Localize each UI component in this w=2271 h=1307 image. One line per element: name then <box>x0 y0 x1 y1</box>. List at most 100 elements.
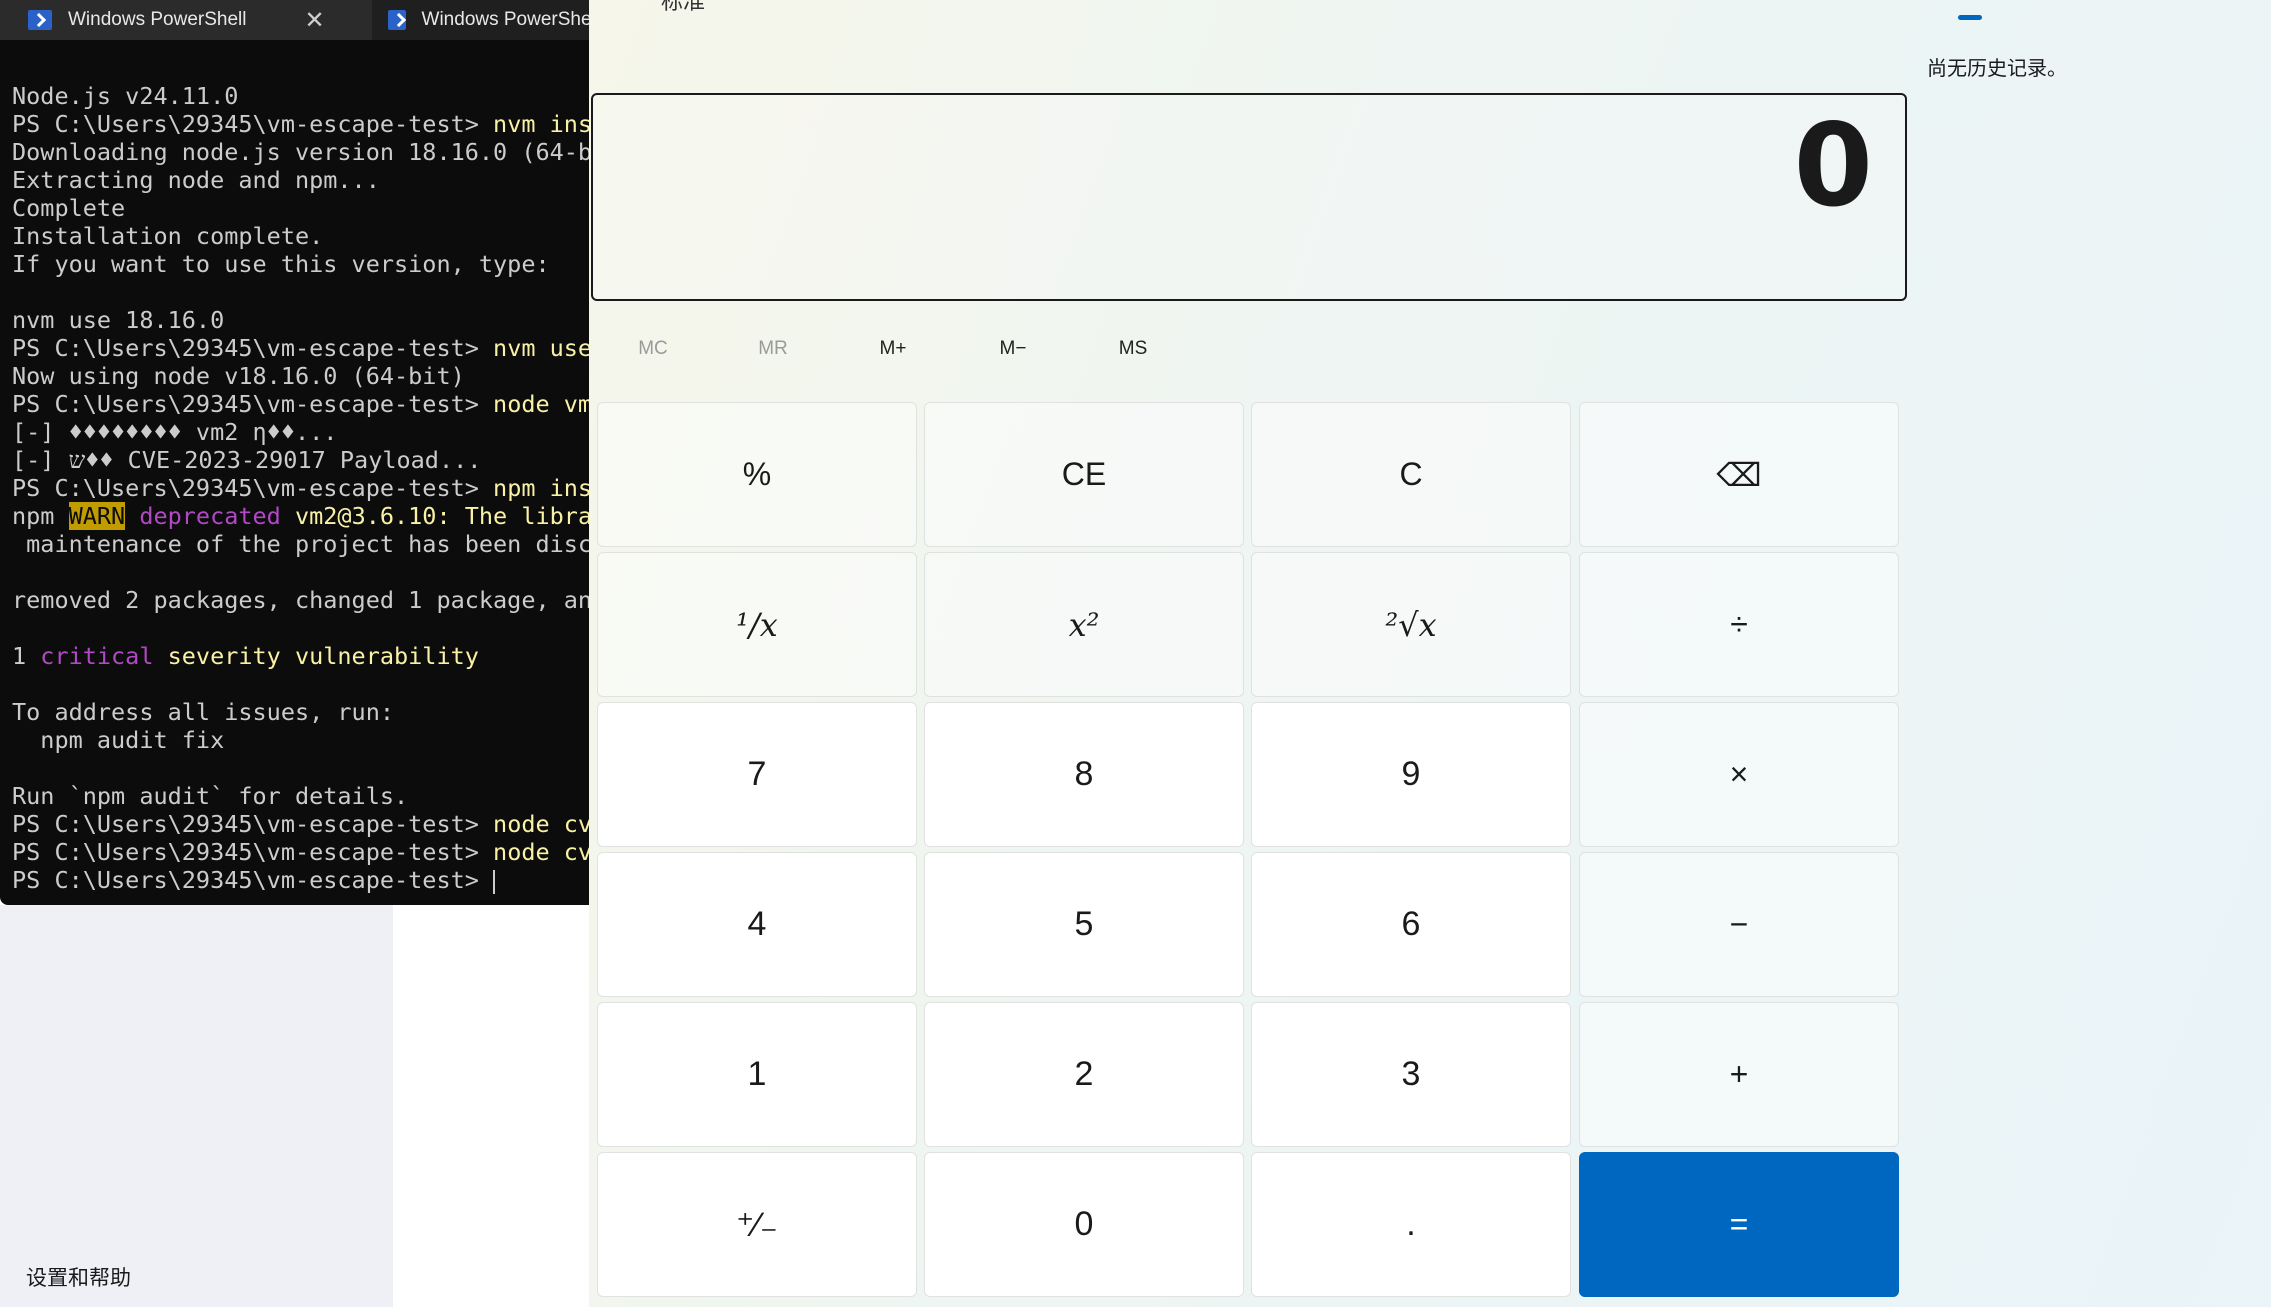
terminal-line: Node.js v24.11.0 <box>12 82 239 110</box>
key-label: ⌫ <box>1716 456 1762 493</box>
add-button[interactable]: + <box>1579 1002 1899 1147</box>
digit-6-button[interactable]: 6 <box>1251 852 1571 997</box>
key-label: 9 <box>1401 755 1421 793</box>
key-label: 4 <box>747 905 767 943</box>
digit-0-button[interactable]: 0 <box>924 1152 1244 1297</box>
terminal-line: PS C:\Users\29345\vm-escape-test> nvm us… <box>12 334 593 362</box>
key-label: 0 <box>1074 1205 1094 1243</box>
digit-2-button[interactable]: 2 <box>924 1002 1244 1147</box>
powershell-icon <box>388 10 406 30</box>
backspace-button[interactable]: ⌫ <box>1579 402 1899 547</box>
settings-and-help-link[interactable]: 设置和帮助 <box>26 1262 131 1292</box>
digit-5-button[interactable]: 5 <box>924 852 1244 997</box>
terminal-line: Downloading node.js version 18.16.0 (64-… <box>12 138 600 166</box>
powershell-icon <box>28 10 52 30</box>
key-label: ¹∕x <box>736 605 778 644</box>
clear-button[interactable]: C <box>1251 402 1571 547</box>
key-label: 6 <box>1401 905 1421 943</box>
key-label: = <box>1729 1206 1749 1242</box>
calculator-display: 0 <box>591 93 1907 301</box>
terminal-line: npm audit fix <box>12 726 225 754</box>
terminal-line: [-] ♦♦♦♦♦♦♦♦ vm2 η♦♦... <box>12 418 338 446</box>
history-tab-indicator <box>1958 15 1982 20</box>
key-label: % <box>742 456 772 492</box>
terminal-line: PS C:\Users\29345\vm-escape-test> nvm in… <box>12 110 593 138</box>
terminal-line: PS C:\Users\29345\vm-escape-test> <box>12 866 496 894</box>
tab-label: Windows PowerShell <box>68 9 247 30</box>
settings-content-bg <box>393 905 591 1307</box>
terminal-line: Run `npm audit` for details. <box>12 782 409 810</box>
key-label: 1 <box>747 1055 767 1093</box>
key-label: − <box>1729 906 1749 942</box>
memory-recall-button[interactable]: MR <box>728 338 818 360</box>
key-label: CE <box>1061 456 1107 492</box>
terminal-line: To address all issues, run: <box>12 698 395 726</box>
tab-powershell-2[interactable]: Windows PowerShell <box>372 0 600 40</box>
key-label: 8 <box>1074 755 1094 793</box>
digit-9-button[interactable]: 9 <box>1251 702 1571 847</box>
terminal-line: If you want to use this version, type: <box>12 250 550 278</box>
terminal-line: 1 critical severity vulnerability <box>12 642 479 670</box>
terminal-line: nvm use 18.16.0 <box>12 306 225 334</box>
settings-sidebar-bg <box>0 905 393 1307</box>
digit-4-button[interactable]: 4 <box>597 852 917 997</box>
subtract-button[interactable]: − <box>1579 852 1899 997</box>
key-label: × <box>1729 756 1749 792</box>
digit-8-button[interactable]: 8 <box>924 702 1244 847</box>
tab-powershell-1[interactable]: Windows PowerShell ✕ <box>0 0 370 40</box>
decimal-button[interactable]: . <box>1251 1152 1571 1297</box>
memory-add-button[interactable]: M+ <box>848 338 938 360</box>
key-label: 5 <box>1074 905 1094 943</box>
negate-button[interactable]: ⁺∕₋ <box>597 1152 917 1297</box>
square-root-button[interactable]: ²√x <box>1251 552 1571 697</box>
clear-entry-button[interactable]: CE <box>924 402 1244 547</box>
digit-1-button[interactable]: 1 <box>597 1002 917 1147</box>
terminal-line: maintenance of the project has been disc <box>12 530 593 558</box>
multiply-button[interactable]: × <box>1579 702 1899 847</box>
terminal-line: PS C:\Users\29345\vm-escape-test> node c… <box>12 810 593 838</box>
display-value: 0 <box>1793 99 1873 232</box>
terminal-line: npm WARN deprecated vm2@3.6.10: The libr… <box>12 502 593 530</box>
equals-button[interactable]: = <box>1579 1152 1899 1297</box>
terminal-line: Installation complete. <box>12 222 324 250</box>
digit-7-button[interactable]: 7 <box>597 702 917 847</box>
key-label: 7 <box>747 755 767 793</box>
memory-subtract-button[interactable]: M− <box>968 338 1058 360</box>
digit-3-button[interactable]: 3 <box>1251 1002 1571 1147</box>
close-icon[interactable]: ✕ <box>304 6 324 35</box>
key-label: 3 <box>1401 1055 1421 1093</box>
terminal-line: PS C:\Users\29345\vm-escape-test> node v… <box>12 390 593 418</box>
terminal-line: removed 2 packages, changed 1 package, a… <box>12 586 593 614</box>
key-label: 2 <box>1074 1055 1094 1093</box>
calculator-mode-title: 标准 <box>661 0 706 15</box>
memory-store-button[interactable]: MS <box>1088 338 1178 360</box>
terminal-line: PS C:\Users\29345\vm-escape-test> node c… <box>12 838 593 866</box>
key-label: . <box>1406 1205 1416 1243</box>
key-label: ²√x <box>1385 605 1437 644</box>
terminal-line: Now using node v18.16.0 (64-bit) <box>12 362 465 390</box>
terminal-tab-bar: Windows PowerShell ✕ Windows PowerShell <box>0 0 600 40</box>
terminal-line: Complete <box>12 194 126 222</box>
key-label: C <box>1399 456 1423 492</box>
percent-button[interactable]: % <box>597 402 917 547</box>
tab-label: Windows PowerShell <box>421 9 600 30</box>
powershell-window: Windows PowerShell ✕ Windows PowerShell … <box>0 0 600 905</box>
memory-clear-button[interactable]: MC <box>608 338 698 360</box>
history-empty-message: 尚无历史记录。 <box>1927 56 2067 80</box>
divide-button[interactable]: ÷ <box>1579 552 1899 697</box>
calculator-window: 标准 0 MC MR M+ M− MS % CE C ⌫ ¹∕x x² ²√x ÷ 7 8 9 × 4 5… <box>589 0 2271 1307</box>
reciprocal-button[interactable]: ¹∕x <box>597 552 917 697</box>
key-label: + <box>1729 1056 1749 1092</box>
key-label: ⁺∕₋ <box>736 1205 778 1244</box>
text-cursor <box>493 869 496 894</box>
terminal-line: PS C:\Users\29345\vm-escape-test> npm in… <box>12 474 593 502</box>
terminal-line: Extracting node and npm... <box>12 166 380 194</box>
key-label: x² <box>1068 605 1100 644</box>
square-button[interactable]: x² <box>924 552 1244 697</box>
terminal-output[interactable]: Node.js v24.11.0 PS C:\Users\29345\vm-esc… <box>12 82 600 894</box>
